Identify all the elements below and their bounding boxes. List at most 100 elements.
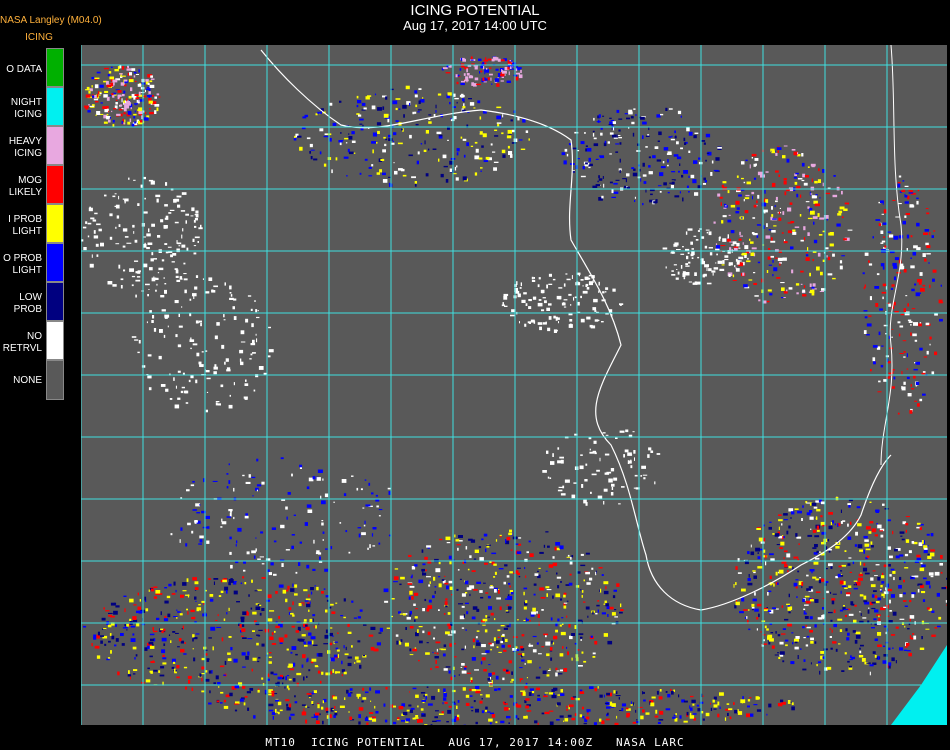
cloud-pixel	[433, 637, 435, 640]
cloud-pixel	[235, 561, 239, 564]
cloud-pixel	[359, 118, 364, 121]
cloud-pixel	[91, 76, 95, 80]
cloud-pixel	[357, 695, 359, 699]
cloud-pixel	[415, 123, 419, 126]
cloud-pixel	[475, 708, 479, 713]
cloud-pixel	[540, 597, 546, 599]
cloud-pixel	[855, 583, 857, 586]
cloud-pixel	[271, 692, 275, 697]
cloud-pixel	[913, 635, 917, 640]
cloud-pixel	[869, 671, 871, 676]
cloud-pixel	[464, 667, 467, 670]
cloud-pixel	[814, 624, 817, 628]
cloud-pixel	[806, 512, 811, 516]
cloud-pixel	[215, 619, 218, 621]
cloud-pixel	[245, 318, 249, 323]
cloud-pixel	[812, 283, 816, 287]
cloud-pixel	[881, 572, 884, 576]
cloud-pixel	[704, 264, 709, 268]
cloud-pixel	[182, 228, 184, 232]
cloud-pixel	[783, 241, 788, 244]
cloud-pixel	[418, 100, 421, 104]
cloud-pixel	[508, 532, 513, 536]
cloud-pixel	[911, 388, 915, 390]
cloud-pixel	[569, 573, 572, 576]
cloud-pixel	[863, 600, 868, 603]
cloud-pixel	[609, 702, 612, 706]
cloud-pixel	[253, 715, 256, 719]
cloud-pixel	[286, 675, 290, 677]
cloud-pixel	[778, 174, 781, 177]
cloud-pixel	[887, 546, 891, 550]
cloud-pixel	[446, 585, 449, 590]
cloud-pixel	[147, 82, 150, 85]
cloud-pixel	[290, 713, 295, 716]
cloud-pixel	[188, 679, 191, 684]
cloud-pixel	[302, 654, 306, 659]
cloud-pixel	[728, 214, 731, 216]
cloud-pixel	[928, 262, 930, 264]
cloud-pixel	[743, 609, 748, 611]
cloud-pixel	[786, 530, 789, 535]
cloud-pixel	[509, 718, 511, 721]
cloud-pixel	[569, 561, 573, 565]
cloud-pixel	[526, 677, 528, 679]
cloud-pixel	[133, 75, 136, 78]
cloud-pixel	[462, 106, 466, 109]
cloud-pixel	[205, 350, 208, 352]
cloud-pixel	[670, 184, 674, 189]
cloud-pixel	[895, 626, 899, 629]
cloud-pixel	[908, 192, 914, 194]
cloud-pixel	[888, 647, 891, 650]
cloud-pixel	[146, 321, 148, 324]
cloud-pixel	[706, 267, 708, 271]
cloud-pixel	[564, 479, 570, 483]
cloud-pixel	[273, 540, 277, 543]
cloud-pixel	[808, 586, 813, 589]
cloud-pixel	[182, 590, 187, 592]
cloud-pixel	[680, 147, 683, 150]
cloud-pixel	[642, 691, 645, 694]
cloud-pixel	[202, 278, 204, 280]
cloud-pixel	[476, 608, 480, 612]
cloud-pixel	[826, 568, 828, 570]
cloud-pixel	[805, 257, 810, 261]
cloud-pixel	[270, 562, 274, 566]
cloud-pixel	[601, 720, 605, 725]
cloud-pixel	[520, 645, 524, 649]
cloud-pixel	[859, 561, 862, 566]
cloud-pixel	[525, 130, 529, 133]
cloud-pixel	[818, 168, 820, 172]
cloud-pixel	[259, 604, 262, 607]
cloud-pixel	[724, 717, 727, 721]
cloud-pixel	[143, 211, 148, 214]
cloud-pixel	[812, 216, 818, 219]
cloud-pixel	[813, 239, 818, 244]
cloud-pixel	[292, 662, 296, 667]
cloud-pixel	[124, 608, 126, 613]
cloud-pixel	[397, 717, 400, 720]
cloud-pixel	[663, 147, 669, 151]
cloud-pixel	[782, 257, 787, 261]
cloud-pixel	[753, 272, 756, 274]
cloud-pixel	[609, 606, 614, 610]
cloud-pixel	[192, 238, 195, 242]
cloud-pixel	[499, 534, 502, 537]
cloud-pixel	[424, 140, 426, 145]
cloud-pixel	[735, 200, 740, 205]
cloud-pixel	[563, 283, 566, 287]
cloud-pixel	[156, 617, 160, 621]
cloud-pixel	[506, 715, 511, 719]
cloud-pixel	[312, 614, 316, 617]
cloud-pixel	[235, 544, 237, 547]
cloud-pixel	[768, 703, 772, 708]
cloud-pixel	[335, 157, 338, 161]
cloud-pixel	[122, 94, 125, 97]
cloud-pixel	[520, 148, 526, 150]
cloud-pixel	[324, 133, 328, 135]
cloud-pixel	[222, 579, 227, 583]
cloud-pixel	[915, 362, 917, 365]
cloud-pixel	[837, 618, 843, 621]
cloud-pixel	[544, 300, 547, 304]
cloud-pixel	[786, 553, 791, 558]
